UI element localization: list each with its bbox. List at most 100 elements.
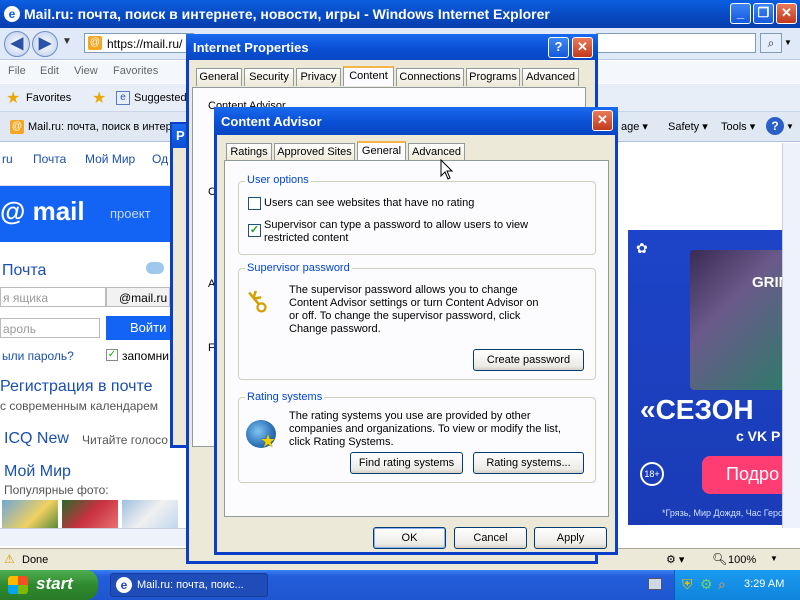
rating-systems-label: Rating systems [245, 391, 325, 403]
ip-tab-advanced[interactable]: Advanced [522, 68, 579, 86]
ip-tab-security[interactable]: Security [244, 68, 294, 86]
popular-photos-label: Популярные фото: [4, 483, 109, 497]
domain-select[interactable]: @mail.ru [106, 287, 170, 307]
search-tray-icon[interactable]: ⌕ [718, 576, 726, 593]
cloud-icon [146, 262, 164, 274]
zoom-dropdown-icon[interactable]: ▼ [770, 554, 778, 563]
cancel-button[interactable]: Cancel [454, 527, 527, 549]
ca-tab-general[interactable]: General [357, 141, 406, 161]
rating-star-icon: ★ [260, 431, 277, 451]
protected-mode-icon[interactable]: ⚙ ▾ [666, 553, 684, 566]
warning-icon: ⚠ [4, 552, 15, 566]
supervisor-password-checkbox[interactable]: ✓ [248, 224, 261, 237]
ip-tab-general[interactable]: General [196, 68, 242, 86]
search-icon[interactable]: ⌕ [760, 33, 782, 53]
help-icon[interactable]: ? [766, 117, 784, 135]
help-dropdown-icon[interactable]: ▼ [786, 122, 794, 131]
ca-tab-approved-sites[interactable]: Approved Sites [274, 143, 355, 161]
password-input[interactable]: ароль [0, 318, 100, 338]
ca-title-text: Content Advisor [221, 114, 322, 129]
browser-tab[interactable]: Mail.ru: почта, поиск в интер... [28, 121, 181, 133]
site-favicon-icon: @ [88, 36, 102, 50]
maximize-button[interactable]: ❐ [753, 3, 774, 24]
rating-systems-button[interactable]: Rating systems... [473, 452, 584, 474]
nav-link-moimir[interactable]: Мой Мир [85, 152, 135, 166]
ad-title: «СЕЗОН [640, 394, 754, 425]
photo-thumb[interactable] [2, 500, 58, 528]
network-icon[interactable]: ⚙ [700, 576, 713, 593]
minimize-button[interactable]: _ [730, 3, 751, 24]
security-shield-icon[interactable]: ⛨ [682, 576, 693, 593]
forgot-password-link[interactable]: ыли пароль? [2, 349, 74, 363]
mail-logo[interactable]: @ mail [0, 196, 85, 227]
ca-close-button[interactable]: ✕ [592, 110, 613, 131]
photo-thumb[interactable] [122, 500, 178, 528]
search-dropdown-icon[interactable]: ▼ [784, 38, 792, 47]
zoom-icon[interactable]: 🔍︎ [712, 552, 727, 566]
menu-file[interactable]: File [8, 65, 26, 77]
keyboard-icon[interactable] [648, 578, 662, 590]
icq-link[interactable]: ICQ New [4, 430, 69, 448]
clock[interactable]: 3:29 AM [744, 578, 784, 590]
ip-tab-connections[interactable]: Connections [396, 68, 464, 86]
icq-subtext: Читайте голосо [82, 433, 168, 447]
page-menu[interactable]: age ▾ [621, 120, 648, 133]
search-box[interactable] [596, 33, 756, 53]
ad-vk-text: с VK Р [736, 428, 781, 444]
ca-tab-advanced[interactable]: Advanced [408, 143, 465, 161]
menu-favorites[interactable]: Favorites [113, 65, 158, 77]
ad-more-button[interactable]: Подро [702, 456, 782, 494]
moimir-link[interactable]: Мой Мир [4, 463, 71, 481]
tools-menu[interactable]: Tools ▾ [721, 120, 755, 133]
ip-tab-content[interactable]: Content [343, 66, 394, 86]
favorites-button[interactable]: Favorites [26, 92, 71, 104]
no-rating-checkbox[interactable] [248, 197, 261, 210]
taskbar-ie-item[interactable]: Mail.ru: почта, поис... [110, 573, 268, 597]
back-icon[interactable]: ◀ [4, 31, 30, 57]
create-password-button[interactable]: Create password [473, 349, 584, 371]
start-label: start [36, 574, 73, 593]
status-text: Done [22, 554, 49, 566]
no-rating-label[interactable]: Users can see websites that have no rati… [264, 197, 584, 210]
register-link[interactable]: Регистрация в почте [0, 378, 172, 396]
login-button[interactable]: Войти [106, 316, 172, 340]
ca-tab-ratings[interactable]: Ratings [226, 143, 272, 161]
ip-tab-privacy[interactable]: Privacy [296, 68, 341, 86]
suggested-sites-icon: e [116, 91, 130, 105]
ad-footnote: *Грязь, Мир Дождя, Час Героя, [662, 508, 782, 518]
rating-systems-description: The rating systems you use are provided … [289, 410, 561, 448]
horizontal-scrollbar[interactable] [0, 528, 186, 546]
find-rating-systems-button[interactable]: Find rating systems [350, 452, 463, 474]
ip-tab-programs[interactable]: Programs [466, 68, 520, 86]
user-options-label: User options [245, 174, 311, 186]
ad-more-label: Подро [726, 464, 780, 484]
forward-icon[interactable]: ▶ [32, 31, 58, 57]
photo-thumb[interactable] [62, 500, 118, 528]
history-dropdown-icon[interactable]: ▼ [62, 36, 72, 47]
calendar-text: с современным календарем [0, 399, 159, 413]
suggested-sites-link[interactable]: Suggested [134, 92, 187, 104]
zoom-level[interactable]: 100% [728, 554, 756, 566]
supervisor-password-option-label[interactable]: Supervisor can type a password to allow … [264, 219, 554, 245]
ip-help-button[interactable]: ? [548, 37, 569, 58]
nav-link-ru[interactable]: ru [2, 152, 13, 166]
ok-button[interactable]: OK [373, 527, 446, 549]
taskbar-ie-icon: e [116, 577, 132, 593]
age-rating-badge: 18+ [640, 462, 664, 486]
vertical-scrollbar[interactable] [782, 143, 800, 528]
pochta-heading[interactable]: Почта [2, 262, 46, 280]
menu-edit[interactable]: Edit [40, 65, 59, 77]
nav-link-pochta[interactable]: Почта [33, 152, 66, 166]
login-input[interactable]: я ящика [0, 287, 106, 307]
nav-divider [0, 172, 186, 186]
internet-properties-title: Internet Properties [186, 34, 598, 60]
close-button[interactable]: ✕ [776, 3, 797, 24]
ip-title-text: Internet Properties [193, 40, 309, 55]
menu-view[interactable]: View [74, 65, 98, 77]
apply-button[interactable]: Apply [534, 527, 607, 549]
ip-close-button[interactable]: ✕ [572, 37, 593, 58]
nav-link-od[interactable]: Од [152, 152, 168, 166]
safety-menu[interactable]: Safety ▾ [668, 120, 708, 133]
remember-checkbox[interactable]: ✓ [106, 349, 118, 361]
add-favorite-icon[interactable]: ★ [92, 88, 106, 108]
